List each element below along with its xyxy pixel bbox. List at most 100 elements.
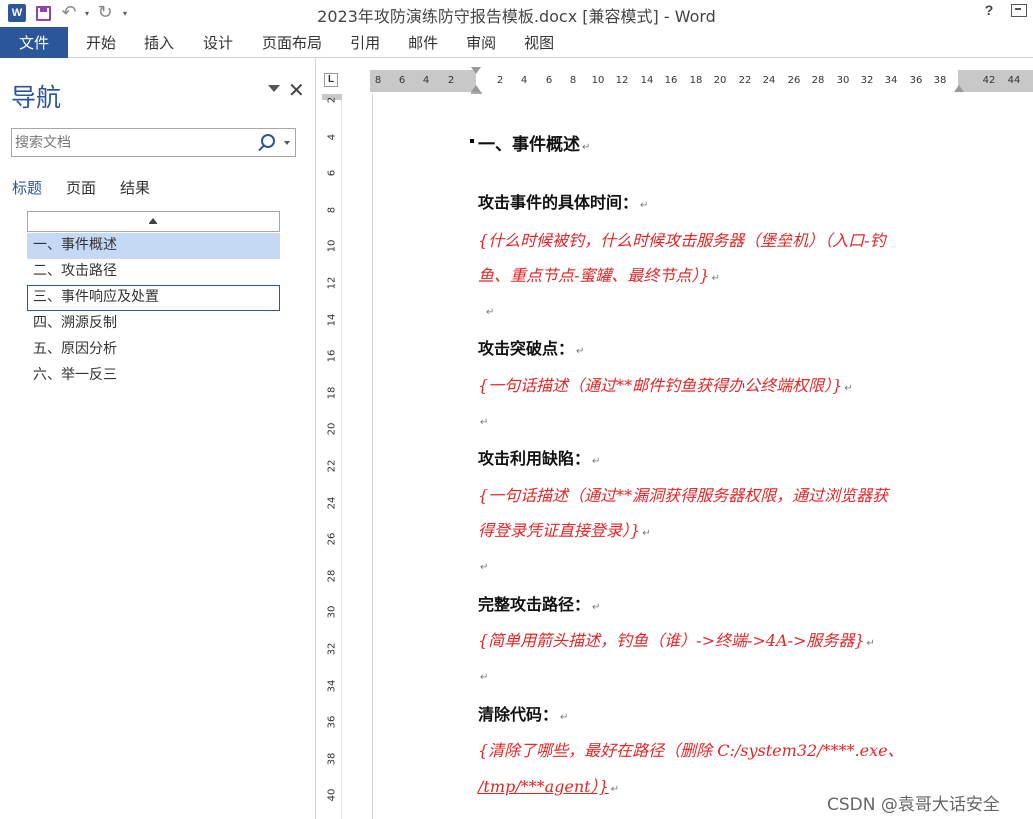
heading-item[interactable]: 六、举一反三 bbox=[27, 363, 280, 389]
ruler-tick-label: 8 bbox=[374, 75, 382, 86]
search-box bbox=[11, 128, 296, 157]
ruler-tick-label: 2 bbox=[326, 96, 338, 104]
ruler-tick-label: 38 bbox=[326, 752, 338, 766]
ruler-tick-label: 44 bbox=[1007, 75, 1021, 86]
ruler-tick-label: 28 bbox=[811, 75, 825, 86]
doc-label-breakthrough[interactable]: 攻击突破点： ↵ bbox=[478, 335, 584, 359]
right-indent-marker[interactable] bbox=[954, 85, 964, 92]
ribbon-tab-bar: 文件 开始 插入 设计 页面布局 引用 邮件 审阅 视图 bbox=[0, 27, 1033, 58]
title-bar: W ↶ ▾ ↻ ▾ 2023年攻防演练防守报告模板.docx [兼容模式] - … bbox=[0, 0, 1033, 27]
doc-placeholder-line[interactable]: {简单用箭头描述，钓鱼（谁）->终端->4A->服务器} ↵ bbox=[478, 627, 875, 651]
tab-page-layout[interactable]: 页面布局 bbox=[262, 27, 322, 58]
tab-pages[interactable]: 页面 bbox=[66, 177, 96, 198]
tab-references[interactable]: 引用 bbox=[350, 27, 380, 58]
tab-headings[interactable]: 标题 bbox=[12, 177, 42, 198]
ruler-tick-label: 18 bbox=[326, 386, 338, 400]
first-line-indent-marker[interactable] bbox=[471, 67, 481, 74]
search-icon[interactable] bbox=[261, 134, 275, 148]
heading-item[interactable]: 一、事件概述 bbox=[27, 233, 280, 259]
window-title: 2023年攻防演练防守报告模板.docx [兼容模式] - Word bbox=[317, 7, 716, 26]
doc-label-attack-time[interactable]: 攻击事件的具体时间： ↵ bbox=[478, 189, 648, 213]
ruler-tick-label: 4 bbox=[326, 133, 338, 140]
doc-placeholder-line[interactable]: {一句话描述（通过**漏洞获得服务器权限，通过浏览器获 bbox=[478, 482, 888, 506]
ruler-tick-label: 4 bbox=[422, 75, 430, 86]
tab-design[interactable]: 设计 bbox=[203, 27, 233, 58]
search-dropdown-icon[interactable] bbox=[284, 141, 290, 145]
tab-home[interactable]: 开始 bbox=[86, 27, 116, 58]
ruler-tick-label: 42 bbox=[982, 75, 996, 86]
page-left-edge bbox=[372, 94, 373, 819]
nav-options-icon[interactable] bbox=[268, 85, 280, 92]
ruler-tick-label: 24 bbox=[762, 75, 776, 86]
ruler-tick-label: 6 bbox=[545, 75, 553, 86]
heading-item[interactable]: 五、原因分析 bbox=[27, 337, 280, 363]
window-controls: ? bbox=[981, 2, 1027, 18]
empty-paragraph[interactable]: ↵ bbox=[478, 413, 488, 429]
doc-placeholder-line[interactable]: 得登录凭证直接登录）} ↵ bbox=[478, 517, 651, 541]
ruler-tick-label: 8 bbox=[569, 75, 577, 86]
ruler-tick-label: 16 bbox=[326, 349, 338, 363]
heading-list: 一、事件概述 二、攻击路径 三、事件响应及处置 四、溯源反制 五、原因分析 六、… bbox=[27, 233, 280, 389]
ruler-tick-label: 26 bbox=[787, 75, 801, 86]
tab-results[interactable]: 结果 bbox=[120, 177, 150, 198]
heading-item[interactable]: 三、事件响应及处置 bbox=[27, 285, 280, 311]
doc-placeholder-line[interactable]: 鱼、重点节点-蜜罐、最终节点）} ↵ bbox=[478, 262, 720, 286]
ruler-tick-label: 10 bbox=[591, 75, 605, 86]
search-input[interactable] bbox=[15, 132, 251, 153]
collapse-icon bbox=[149, 218, 157, 224]
ruler-tick-label: 36 bbox=[909, 75, 923, 86]
tab-mailings[interactable]: 邮件 bbox=[408, 27, 438, 58]
ruler-tick-label: 30 bbox=[836, 75, 850, 86]
doc-label-cleanup-code[interactable]: 清除代码： ↵ bbox=[478, 701, 568, 725]
tab-review[interactable]: 审阅 bbox=[466, 27, 496, 58]
heading-item[interactable]: 四、溯源反制 bbox=[27, 311, 280, 337]
ruler-tick-label: 8 bbox=[326, 206, 338, 213]
right-margin-area bbox=[958, 70, 1033, 92]
tab-insert[interactable]: 插入 bbox=[144, 27, 174, 58]
doc-placeholder-line[interactable]: {一句话描述（通过**邮件钓鱼获得办公终端权限）} ↵ bbox=[478, 372, 853, 396]
empty-paragraph[interactable]: ↵ bbox=[478, 558, 488, 574]
ruler-tick-label: 32 bbox=[326, 642, 338, 656]
ruler-tick-label: 34 bbox=[326, 679, 338, 692]
ruler-tick-label: 38 bbox=[933, 75, 947, 86]
ruler-tick-label: 20 bbox=[713, 75, 727, 86]
tab-view[interactable]: 视图 bbox=[524, 27, 554, 58]
tab-file[interactable]: 文件 bbox=[0, 27, 68, 58]
ruler-tick-label: 36 bbox=[326, 715, 338, 729]
close-icon[interactable]: ✕ bbox=[288, 78, 305, 102]
doc-label-exploited-flaw[interactable]: 攻击利用缺陷： ↵ bbox=[478, 445, 600, 469]
ruler-tick-label: 12 bbox=[615, 75, 629, 86]
horizontal-ruler[interactable]: 8 6 4 2 2 4 6 8 10 12 14 16 18 20 22 24 26 28 30 32 34 36 38 42… bbox=[370, 67, 1033, 98]
ruler-tick-label: 18 bbox=[689, 75, 703, 86]
heading-item[interactable]: 二、攻击路径 bbox=[27, 259, 280, 285]
help-button[interactable]: ? bbox=[981, 2, 997, 18]
doc-label-full-path[interactable]: 完整攻击路径： ↵ bbox=[478, 591, 600, 615]
collapse-all-button[interactable] bbox=[27, 211, 280, 232]
doc-placeholder-line[interactable]: /tmp/***agent）} ↵ bbox=[478, 773, 619, 797]
tab-selector[interactable]: L bbox=[318, 67, 344, 94]
ruler-tick-label: 22 bbox=[326, 459, 338, 473]
document-area[interactable] bbox=[344, 94, 1033, 819]
ruler-tick-label: 14 bbox=[326, 313, 338, 326]
vertical-ruler[interactable]: 2 4 6 8 10 12 14 16 18 20 22 24 26 28 30 32 34 36 38 40 bbox=[322, 94, 342, 819]
ruler-tick-label: 40 bbox=[326, 789, 338, 802]
ruler-tick-label: 2 bbox=[496, 75, 504, 86]
empty-paragraph[interactable]: ↵ bbox=[484, 303, 494, 319]
ruler-tick-label: 26 bbox=[326, 532, 338, 546]
ribbon-display-options-icon[interactable] bbox=[1011, 3, 1027, 17]
ruler-tick-label: 34 bbox=[884, 75, 898, 86]
ruler-tick-label: 12 bbox=[326, 276, 338, 290]
empty-paragraph[interactable]: ↵ bbox=[478, 668, 488, 684]
ruler-tick-label: 2 bbox=[447, 75, 455, 86]
ruler-tick-label: 14 bbox=[640, 75, 654, 86]
ruler-tick-label: 10 bbox=[326, 240, 338, 253]
ruler-tick-label: 22 bbox=[738, 75, 752, 86]
hanging-indent-marker[interactable] bbox=[471, 85, 481, 92]
doc-placeholder-line[interactable]: {什么时候被钓，什么时候攻击服务器（堡垒机）（入口-钓 bbox=[478, 227, 886, 251]
ruler-tick-label: 6 bbox=[398, 75, 406, 86]
ruler-tick-label: 4 bbox=[520, 75, 528, 86]
ruler-tick-label: 28 bbox=[326, 569, 338, 583]
ruler-tick-label: 32 bbox=[860, 75, 874, 86]
doc-heading[interactable]: 一、事件概述 ↵ bbox=[478, 130, 590, 155]
doc-placeholder-line[interactable]: {清除了哪些，最好在路径（删除 C:/system32/****.exe、 bbox=[478, 737, 904, 761]
